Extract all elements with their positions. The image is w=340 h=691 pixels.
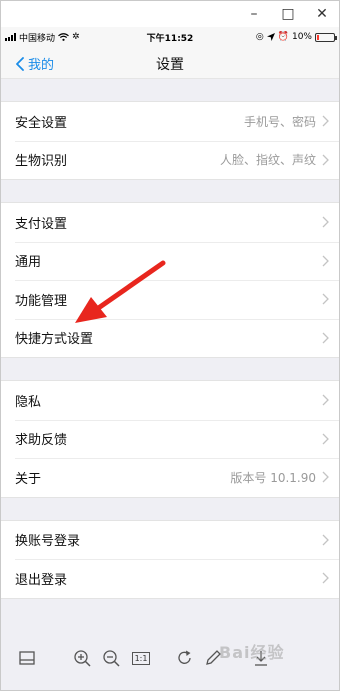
actual-size-icon[interactable]: 1:1 [131, 648, 151, 668]
settings-row[interactable]: 支付设置 [1, 203, 339, 242]
panel-icon[interactable] [17, 648, 37, 668]
settings-group: 换账号登录 退出登录 [1, 519, 339, 599]
rotate-icon[interactable] [175, 648, 195, 668]
settings-row-label: 生物识别 [15, 154, 68, 170]
battery-icon [315, 32, 337, 42]
viewer-toolbar: 1:1 [1, 641, 339, 677]
signal-icon [5, 33, 16, 41]
settings-row[interactable]: 快捷方式设置 [1, 318, 339, 358]
brightness-icon: ✲ [72, 32, 80, 42]
chevron-right-icon [322, 154, 329, 166]
chevron-right-icon [322, 293, 329, 305]
settings-row-label: 换账号登录 [15, 534, 81, 550]
chevron-right-icon [322, 433, 329, 445]
settings-row-label: 通用 [15, 255, 42, 271]
settings-row[interactable]: 关于 版本号 10.1.90 [1, 458, 339, 497]
settings-row-label: 功能管理 [15, 293, 68, 309]
settings-row[interactable]: 隐私 [1, 381, 339, 420]
settings-row-label: 求助反馈 [15, 433, 68, 449]
settings-list: 安全设置 手机号、密码 生物识别 人脸、指纹、声纹 支付设置 通用 功能管理 快捷方式设置 隐私… [1, 79, 339, 599]
battery-percent: 10% [291, 32, 312, 42]
settings-row[interactable]: 换账号登录 [1, 521, 339, 560]
window-titlebar: – □ ✕ [1, 1, 339, 27]
settings-row-label: 快捷方式设置 [15, 332, 94, 348]
settings-row[interactable]: 功能管理 [1, 280, 339, 319]
wifi-icon [58, 33, 69, 41]
zoom-in-icon[interactable] [72, 648, 92, 668]
settings-row-value: 版本号 10.1.90 [230, 470, 316, 485]
chevron-right-icon [322, 471, 329, 483]
settings-row[interactable]: 安全设置 手机号、密码 [1, 102, 339, 141]
chevron-right-icon [322, 216, 329, 228]
settings-row-label: 退出登录 [15, 572, 68, 588]
alarm-icon: ⏰ [277, 32, 289, 42]
settings-row[interactable]: 退出登录 [1, 559, 339, 598]
settings-row-label: 关于 [15, 471, 42, 487]
settings-group: 隐私求助反馈关于 版本号 10.1.90 [1, 380, 339, 498]
settings-row[interactable]: 求助反馈 [1, 419, 339, 459]
chevron-right-icon [322, 332, 329, 344]
page-title: 设置 [156, 57, 184, 73]
settings-row[interactable]: 通用 [1, 241, 339, 281]
chevron-right-icon [322, 572, 329, 584]
actual-size-label: 1:1 [131, 651, 151, 665]
chevron-right-icon [322, 115, 329, 127]
location-icon [266, 33, 275, 41]
minimize-button[interactable]: – [237, 1, 271, 27]
watermark-logo: Bai经验 [219, 643, 285, 662]
settings-group: 安全设置 手机号、密码生物识别 人脸、指纹、声纹 [1, 101, 339, 180]
settings-group: 支付设置通用功能管理快捷方式设置 [1, 202, 339, 358]
status-bar: 中国移动 ✲ 下午11:52 ◎ ⏰ 10% [1, 27, 339, 47]
chevron-right-icon [322, 394, 329, 406]
settings-row[interactable]: 生物识别 人脸、指纹、声纹 [1, 140, 339, 180]
status-time: 下午11:52 [146, 33, 194, 44]
carrier-label: 中国移动 [19, 33, 56, 44]
settings-row-label: 支付设置 [15, 216, 68, 232]
maximize-button[interactable]: □ [271, 1, 305, 27]
settings-row-label: 安全设置 [15, 115, 68, 131]
zoom-out-icon[interactable] [101, 648, 121, 668]
app-window: – □ ✕ 中国移动 ✲ 下午11:52 ◎ ⏰ 10% 我的 设置 安全设置 … [0, 0, 340, 691]
settings-row-value: 手机号、密码 [243, 114, 316, 129]
settings-row-label: 隐私 [15, 394, 42, 410]
settings-row-value: 人脸、指纹、声纹 [219, 153, 316, 168]
rotation-lock-icon: ◎ [255, 32, 264, 42]
chevron-right-icon [322, 255, 329, 267]
navigation-bar: 我的 设置 [1, 47, 339, 79]
close-button[interactable]: ✕ [305, 1, 339, 27]
chevron-right-icon [322, 534, 329, 546]
